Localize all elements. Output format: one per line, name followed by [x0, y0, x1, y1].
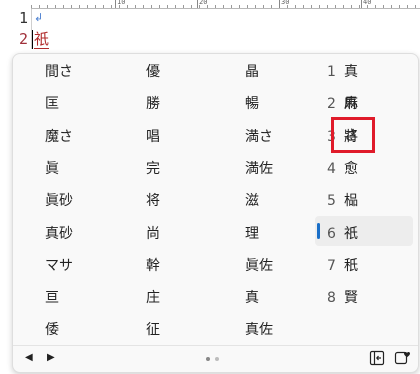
candidate-item[interactable]: 将 [146, 185, 160, 217]
ruler-tick [279, 0, 280, 8]
candidate-item[interactable]: 間さ [45, 56, 73, 88]
candidate-item[interactable]: 幹 [146, 250, 160, 282]
line-number-1: 1 [18, 9, 28, 27]
text-caret [32, 30, 33, 49]
ruler: 10 20 30 40 [31, 0, 420, 9]
composition-underline [34, 48, 49, 49]
ruler-tick [115, 0, 116, 8]
panel-collapse-icon[interactable] [369, 350, 385, 366]
selected-candidate[interactable]: 祇 [344, 218, 358, 250]
ruler-label-40: 40 [363, 0, 372, 6]
candidate-item[interactable]: 優 [146, 56, 160, 88]
candidate-item[interactable]: 真 [245, 282, 259, 314]
candidate-number: 1 [327, 64, 336, 80]
candidate-number: 4 [327, 161, 336, 177]
ruler-tick [361, 0, 362, 8]
triangle-right-icon[interactable]: ▶ [47, 352, 55, 363]
ruler-tick [197, 0, 198, 8]
numbered-candidate[interactable]: 秖 [344, 250, 358, 282]
candidate-item[interactable]: 尚 [146, 218, 160, 250]
candidate-item[interactable]: 唱 [146, 121, 160, 153]
candidate-item[interactable]: 満佐 [245, 153, 273, 185]
candidate-item[interactable]: 倭 [45, 314, 59, 346]
candidate-item[interactable]: 征 [146, 314, 160, 346]
numbered-candidate[interactable]: 真麻 [344, 56, 358, 112]
candidate-item[interactable]: 庄 [146, 282, 160, 314]
candidate-item[interactable]: 眞 [45, 153, 59, 185]
candidate-item[interactable]: 魔さ [45, 121, 73, 153]
line-number-2: 2 [18, 30, 28, 48]
candidate-item[interactable]: 匡 [45, 88, 59, 120]
candidate-item[interactable]: 完 [146, 153, 160, 185]
line-break-mark: ↲ [34, 11, 44, 24]
candidate-number: 6 [327, 226, 336, 242]
candidate-item[interactable]: 理 [245, 218, 259, 250]
candidate-item[interactable]: 晶 [245, 56, 259, 88]
ruler-label-10: 10 [117, 0, 126, 6]
composition-text[interactable]: 祇 [34, 29, 49, 49]
ruler-label-30: 30 [281, 0, 290, 6]
candidate-item[interactable]: マサ [45, 250, 73, 282]
numbered-candidate[interactable]: 馬さ [344, 88, 358, 144]
triangle-left-icon[interactable]: ◀ [25, 352, 33, 363]
candidate-footer: ◀ ▶ [13, 345, 418, 372]
candidate-item[interactable]: 満さ [245, 121, 273, 153]
candidate-item[interactable]: 眞砂 [45, 185, 73, 217]
ime-candidate-panel: 間さ匡魔さ眞眞砂 真砂 マサ亘倭 優勝唱完将尚幹庄征 晶暢満さ 満佐滋理眞佐真真佐 1 真麻 2… [12, 53, 419, 373]
candidate-item[interactable]: 暢 [245, 88, 259, 120]
numbered-candidate[interactable]: 榀 [344, 185, 358, 217]
numbered-candidate[interactable]: 愈 [344, 153, 358, 185]
candidate-item[interactable]: 滋 [245, 185, 259, 217]
candidate-number: 5 [327, 193, 336, 209]
highlight-annotation-box [331, 117, 375, 153]
candidate-item[interactable]: 真砂 [45, 218, 73, 250]
page-dot-2[interactable] [215, 357, 219, 361]
candidate-item[interactable]: 眞佐 [245, 250, 273, 282]
page-dot-1[interactable] [206, 357, 210, 361]
candidate-item[interactable]: 亘 [45, 282, 59, 314]
ruler-label-20: 20 [199, 0, 208, 6]
numbered-candidate[interactable]: 賢 [344, 282, 358, 314]
selected-candidate-indicator [317, 223, 320, 239]
candidate-item[interactable]: 勝 [146, 88, 160, 120]
candidate-item[interactable]: 真佐 [245, 314, 273, 346]
candidate-number: 2 [327, 96, 336, 112]
candidate-number: 8 [327, 290, 336, 306]
candidate-number: 7 [327, 258, 336, 274]
emoji-heart-icon[interactable] [394, 350, 410, 366]
